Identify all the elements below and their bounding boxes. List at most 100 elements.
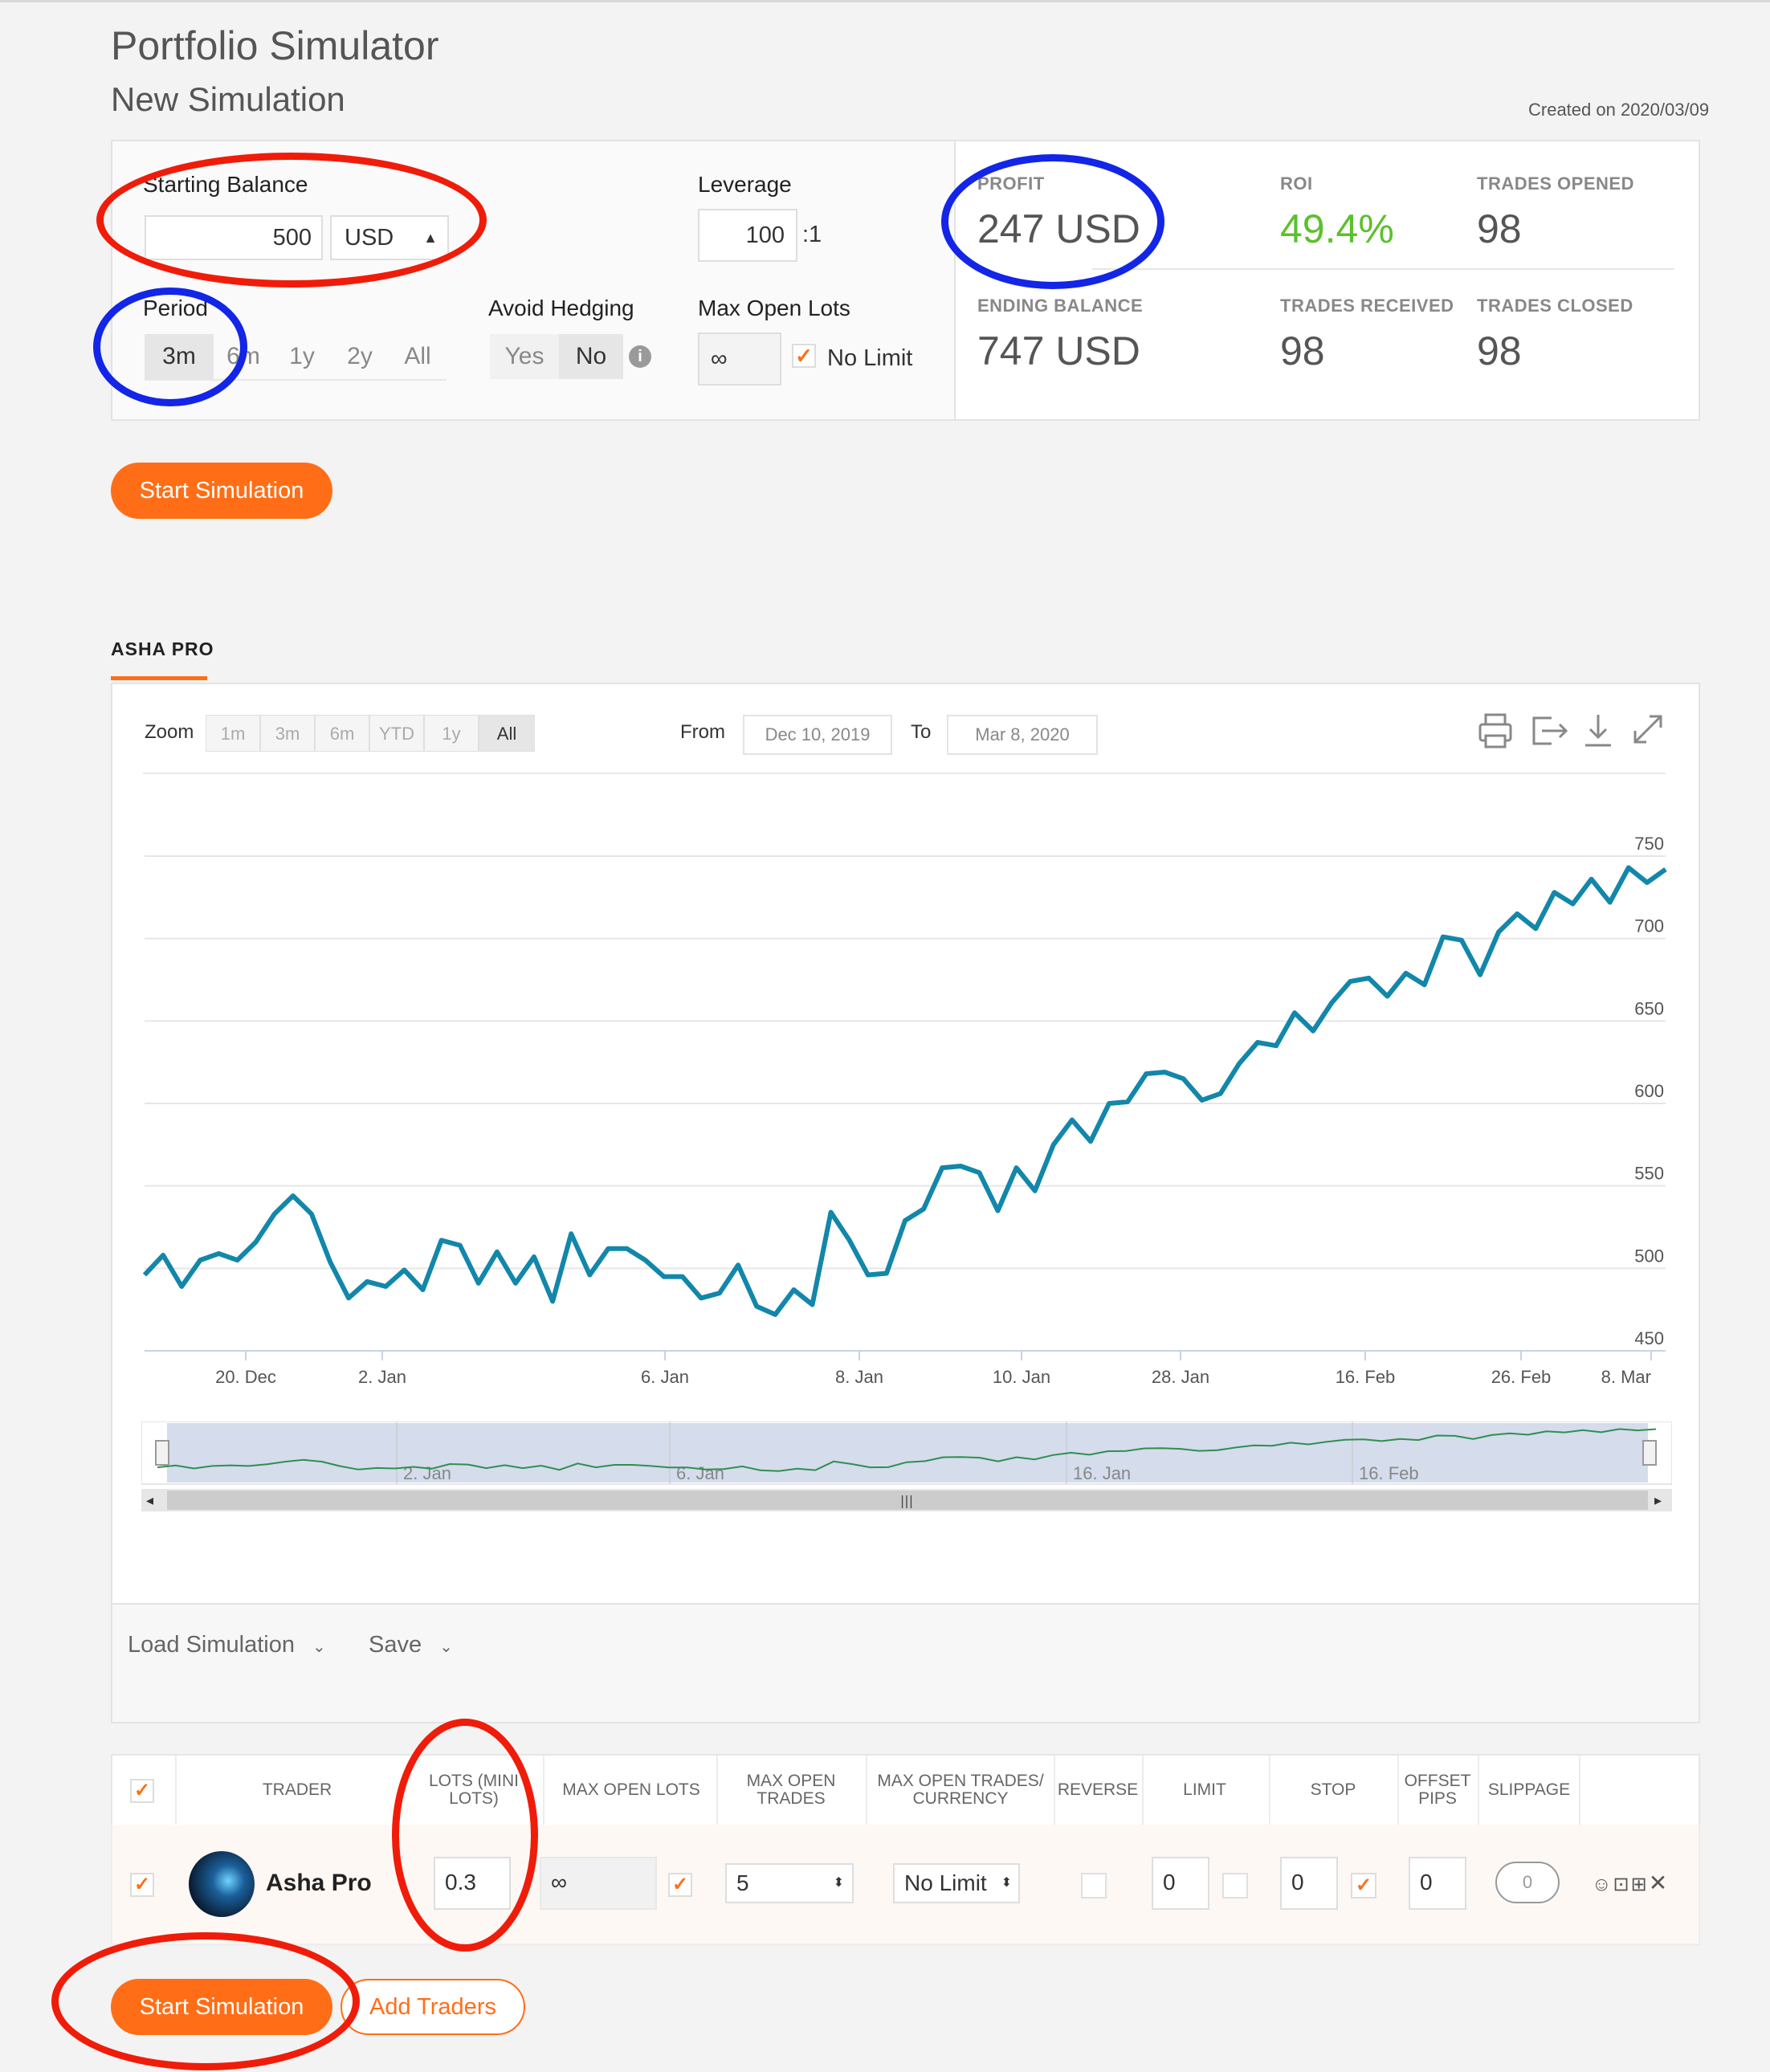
tab-asha-pro[interactable]: ASHA PRO (111, 638, 214, 660)
trader-name[interactable]: Asha Pro (266, 1870, 372, 1897)
y-tick-label: 450 (1634, 1328, 1664, 1348)
max-open-lots-cell[interactable]: ∞ (540, 1857, 657, 1910)
header-offset-line1: OFFSET (1404, 1772, 1471, 1790)
col-sep (543, 1756, 544, 1825)
stop-input[interactable]: 0 (1280, 1857, 1338, 1910)
header-max-open-trades: MAX OPEN TRADES (723, 1772, 859, 1808)
hedging-yes[interactable]: Yes (490, 334, 559, 379)
period-option-1y[interactable]: 1y (273, 334, 331, 379)
col-sep (1579, 1756, 1580, 1825)
select-arrows-icon: ⬍ (1001, 1876, 1012, 1890)
hedging-no[interactable]: No (559, 334, 623, 379)
no-limit-checkbox[interactable]: ✓ (792, 344, 816, 368)
scroll-right-arrow-icon[interactable]: ▸ (1654, 1492, 1662, 1509)
stats-divider (1092, 268, 1674, 270)
period-option-all[interactable]: All (389, 334, 447, 379)
load-simulation-dropdown[interactable]: Load Simulation ⌄ (128, 1632, 326, 1658)
header-reverse: REVERSE (1057, 1780, 1139, 1799)
trades-received-value: 98 (1280, 328, 1325, 373)
export-icon[interactable] (1531, 713, 1569, 748)
max-open-trades-value: 5 (736, 1870, 749, 1895)
zoom-3m[interactable]: 3m (260, 715, 315, 752)
period-option-2y[interactable]: 2y (331, 334, 389, 379)
row-checkbox[interactable]: ✓ (130, 1873, 154, 1897)
y-tick-label: 550 (1634, 1164, 1664, 1184)
stop-checkbox[interactable]: ✓ (1351, 1873, 1376, 1899)
chart-toolbar-divider (143, 773, 1666, 774)
select-arrows-icon: ⬍ (833, 1876, 844, 1890)
navigator-handle-right[interactable] (1642, 1440, 1657, 1466)
max-open-lots-input[interactable]: ∞ (698, 332, 781, 385)
col-sep (716, 1756, 718, 1825)
tab-underline (111, 676, 207, 680)
fullscreen-icon[interactable] (1630, 712, 1666, 747)
trader-avatar (189, 1851, 255, 1917)
navigator-tick-label: 16. Jan (1073, 1463, 1131, 1483)
y-tick-label: 750 (1634, 834, 1664, 854)
avoid-hedging-label: Avoid Hedging (488, 296, 634, 320)
leverage-input[interactable]: 100 (698, 209, 797, 262)
zoom-1m[interactable]: 1m (206, 715, 260, 752)
x-tick-label: 8. Mar (1601, 1367, 1651, 1387)
trades-closed-label: TRADES CLOSED (1477, 296, 1633, 316)
leverage-suffix: :1 (802, 222, 822, 247)
col-sep (1397, 1756, 1399, 1825)
header-max-open-trades-line1: MAX OPEN (746, 1772, 836, 1790)
download-icon[interactable] (1582, 712, 1614, 748)
print-icon[interactable] (1478, 712, 1513, 750)
limit-checkbox[interactable] (1222, 1873, 1248, 1899)
navigator-tick-label: 6. Jan (676, 1463, 724, 1483)
load-simulation-label: Load Simulation (128, 1632, 295, 1658)
header-limit: LIMIT (1183, 1780, 1226, 1799)
scroll-left-arrow-icon[interactable]: ◂ (146, 1492, 153, 1509)
col-sep (175, 1756, 177, 1825)
col-sep (1269, 1756, 1270, 1825)
col-sep (1478, 1756, 1479, 1825)
select-all-checkbox[interactable]: ✓ (130, 1779, 154, 1803)
max-open-trades-select[interactable]: 5 ⬍ (725, 1863, 854, 1903)
limit-input[interactable]: 0 (1152, 1857, 1209, 1910)
to-label: To (911, 721, 932, 743)
simulation-actions-bar (111, 1603, 1700, 1723)
navigator-selection[interactable] (167, 1423, 1648, 1483)
max-open-lots-unlimited-checkbox[interactable]: ✓ (668, 1873, 692, 1897)
page-subtitle: New Simulation (111, 80, 345, 118)
zoom-ytd[interactable]: YTD (369, 715, 424, 752)
trades-opened-label: TRADES OPENED (1477, 173, 1634, 194)
col-sep (1142, 1756, 1144, 1825)
collapse-icon[interactable]: ⊡ (1613, 1874, 1631, 1895)
zoom-6m[interactable]: 6m (315, 715, 369, 752)
header-max-open-lots: MAX OPEN LOTS (562, 1780, 700, 1799)
zoom-1y[interactable]: 1y (424, 715, 479, 752)
settings-icon[interactable]: ☺ (1592, 1874, 1613, 1895)
add-traders-button[interactable]: Add Traders (341, 1979, 525, 2035)
equity-series-line (142, 865, 1667, 1317)
ending-balance-value: 747 USD (977, 328, 1140, 373)
offset-pips-input[interactable]: 0 (1409, 1857, 1466, 1910)
x-tick-label: 28. Jan (1152, 1367, 1209, 1387)
to-date-input[interactable]: Mar 8, 2020 (947, 715, 1098, 755)
start-simulation-button-top[interactable]: Start Simulation (111, 463, 332, 519)
roi-value: 49.4% (1280, 206, 1394, 251)
reverse-checkbox[interactable] (1081, 1873, 1107, 1899)
navigator-handle-left[interactable] (155, 1440, 169, 1466)
close-icon[interactable]: ✕ (1649, 1870, 1669, 1895)
annotation-ring-starting-balance (96, 153, 487, 288)
x-tick-label: 16. Feb (1336, 1367, 1396, 1387)
save-label: Save (369, 1632, 422, 1658)
header-offset-pips: OFFSET PIPS (1401, 1772, 1474, 1808)
max-open-trades-currency-select[interactable]: No Limit ⬍ (893, 1863, 1020, 1903)
chart-navigator[interactable]: 2. Jan 6. Jan 16. Jan 16. Feb◂ ▸||| (141, 1421, 1672, 1515)
x-tick-label: 20. Dec (215, 1367, 276, 1387)
add-icon[interactable]: ⊞ (1631, 1874, 1649, 1895)
info-icon[interactable]: i (629, 345, 651, 368)
chevron-down-icon: ⌄ (312, 1638, 326, 1656)
zoom-all[interactable]: All (479, 715, 535, 752)
slippage-input[interactable]: 0 (1495, 1862, 1560, 1903)
save-dropdown[interactable]: Save ⌄ (369, 1632, 453, 1658)
x-tick-label: 26. Feb (1491, 1367, 1552, 1387)
trades-closed-value: 98 (1477, 328, 1522, 373)
from-date-input[interactable]: Dec 10, 2019 (743, 715, 892, 755)
y-tick-label: 650 (1634, 998, 1664, 1018)
scrollbar-grip-icon: ||| (900, 1493, 913, 1508)
